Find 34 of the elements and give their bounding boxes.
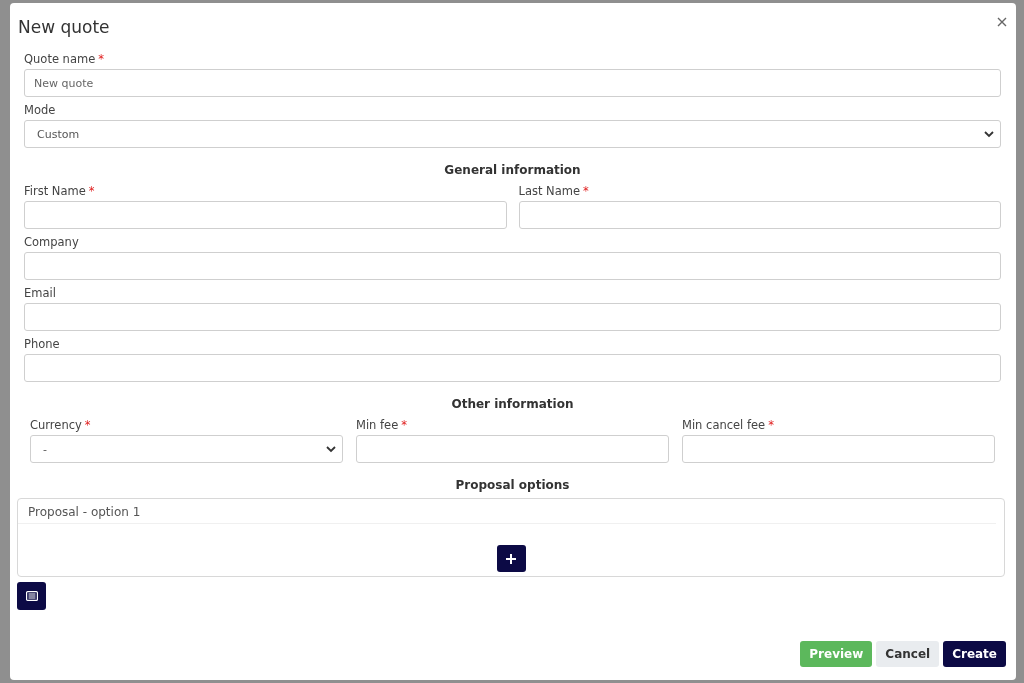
select-field[interactable]: Custom bbox=[24, 120, 1001, 148]
input-field[interactable] bbox=[682, 435, 995, 463]
field-label: Quote name * bbox=[24, 51, 105, 68]
field-label: Currency * bbox=[30, 417, 92, 434]
plus-icon bbox=[506, 553, 516, 564]
input-field[interactable] bbox=[356, 435, 669, 463]
dialog-title: New quote bbox=[18, 17, 110, 37]
section-heading: Other information bbox=[450, 397, 575, 411]
proposal-title: Proposal - option 1 bbox=[18, 499, 996, 524]
section-heading: General information bbox=[443, 163, 582, 177]
add-button[interactable] bbox=[496, 545, 526, 572]
field-label: Min cancel fee * bbox=[682, 417, 775, 434]
footer-button[interactable]: Cancel bbox=[876, 641, 940, 667]
input-field[interactable] bbox=[518, 201, 1001, 229]
section-heading: Proposal options bbox=[454, 478, 571, 492]
field-label: First Name * bbox=[24, 183, 96, 200]
field-label: Min fee * bbox=[356, 417, 408, 434]
chevron-down-icon bbox=[326, 445, 336, 453]
chevron-down-icon bbox=[984, 130, 994, 138]
input-field[interactable] bbox=[24, 252, 1001, 280]
footer-button[interactable]: Create bbox=[943, 641, 1006, 667]
input-field[interactable] bbox=[24, 303, 1001, 331]
field-label: Email bbox=[24, 285, 57, 302]
list-icon bbox=[25, 591, 38, 601]
field-label: Last Name * bbox=[518, 183, 590, 200]
input-field[interactable] bbox=[24, 201, 507, 229]
list-button[interactable] bbox=[17, 582, 46, 610]
input-field[interactable]: New quote bbox=[24, 69, 1001, 97]
field-label: Mode bbox=[24, 102, 57, 119]
close-icon[interactable] bbox=[997, 17, 1009, 29]
field-label: Company bbox=[24, 234, 80, 251]
input-field[interactable] bbox=[24, 354, 1001, 382]
field-label: Phone bbox=[24, 336, 61, 353]
select-field[interactable]: - bbox=[30, 435, 343, 463]
